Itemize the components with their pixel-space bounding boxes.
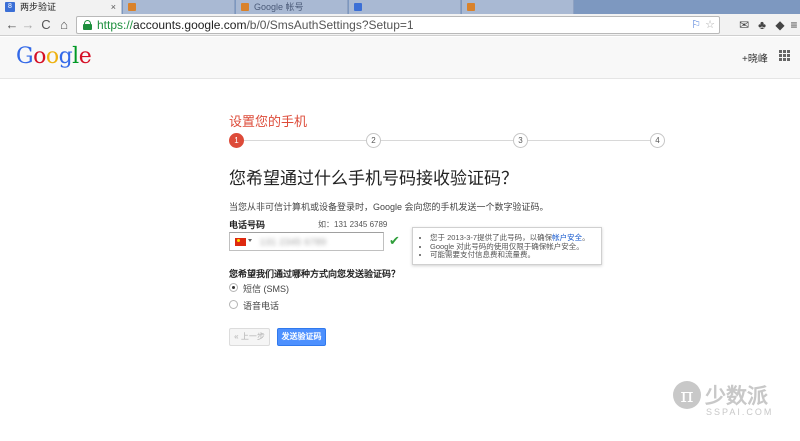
watermark-name: 少数派 [705,385,768,408]
tab-title: Google 帐号 [254,2,304,12]
menu-icon[interactable]: ≡ [786,17,800,33]
page-description: 当您从非可信计算机或设备登录时，Google 会向您的手机发送一个数字验证码。 [229,202,549,212]
page-favicon-icon [128,3,136,11]
tab-strip: 8 两步验证 × Google 帐号 [0,0,800,14]
phone-number-input[interactable]: 131 2345 6789 [229,232,384,251]
send-code-button[interactable]: 发送验证码 [277,328,326,346]
step-indicator-1: 1 [229,133,244,148]
back-arrow-icon[interactable]: ← [4,17,20,33]
sspai-logo-icon: π [673,381,701,409]
tab-title: 两步验证 [20,2,57,12]
google-logo[interactable]: Google [16,44,92,69]
google-header: Google +晓峰 [0,37,800,79]
lock-icon [83,20,92,30]
url-text: https://accounts.google.com/b/0/SmsAuthS… [97,18,414,32]
browser-toolbar: ← → C ⌂ https://accounts.google.com/b/0/… [0,14,800,36]
tab-google-account[interactable]: Google 帐号 [236,0,348,14]
google-favicon-icon: 8 [5,2,15,12]
apps-grid-icon[interactable] [779,50,790,61]
radio-button[interactable] [229,300,238,309]
account-security-link[interactable]: 帐户安全 [552,233,582,242]
page-favicon-icon [354,3,362,11]
forward-arrow-icon[interactable]: → [20,17,36,33]
watermark-domain: SSPAI.COM [706,407,774,417]
user-profile-link[interactable]: +晓峰 [742,50,768,65]
step-indicator-2: 2 [366,133,381,148]
phone-info-tooltip: 您于 2013-3-7提供了此号码，以确保帐户安全。 Google 对此号码的使… [412,227,602,265]
progress-track [243,140,651,141]
step-indicator-4: 4 [650,133,665,148]
tab-background[interactable] [349,0,461,14]
wizard-title: 设置您的手机 [229,114,308,129]
method-question: 您希望我们通过哪种方式向您发送验证码？ [229,269,401,279]
translate-icon[interactable]: ⚐ [691,18,701,31]
phone-number-value: 131 2345 6789 [260,237,327,247]
phone-label: 电话号码 [229,220,266,230]
address-bar[interactable]: https://accounts.google.com/b/0/SmsAuthS… [76,16,720,34]
phone-example: 如：131 2345 6789 [318,220,388,229]
page-favicon-icon [467,3,475,11]
tab-background[interactable] [123,0,235,14]
close-icon[interactable]: × [111,0,116,14]
page-favicon-icon [241,3,249,11]
china-flag-icon[interactable] [235,238,246,246]
star-icon[interactable]: ☆ [705,18,715,31]
evernote-icon[interactable]: ♣ [754,17,770,33]
checkmark-icon: ✔ [389,233,400,248]
previous-button[interactable]: « 上一步 [229,328,270,346]
tab-two-step[interactable]: 8 两步验证 × [0,0,122,14]
reload-icon[interactable]: C [38,17,54,33]
page-question: 您希望通过什么手机号码接收验证码？ [229,169,518,188]
chevron-down-icon[interactable] [248,239,252,242]
tab-background[interactable] [462,0,574,14]
home-icon[interactable]: ⌂ [56,17,72,33]
radio-button[interactable] [229,283,238,292]
step-indicator-3: 3 [513,133,528,148]
mail-icon[interactable]: ✉ [736,17,752,33]
